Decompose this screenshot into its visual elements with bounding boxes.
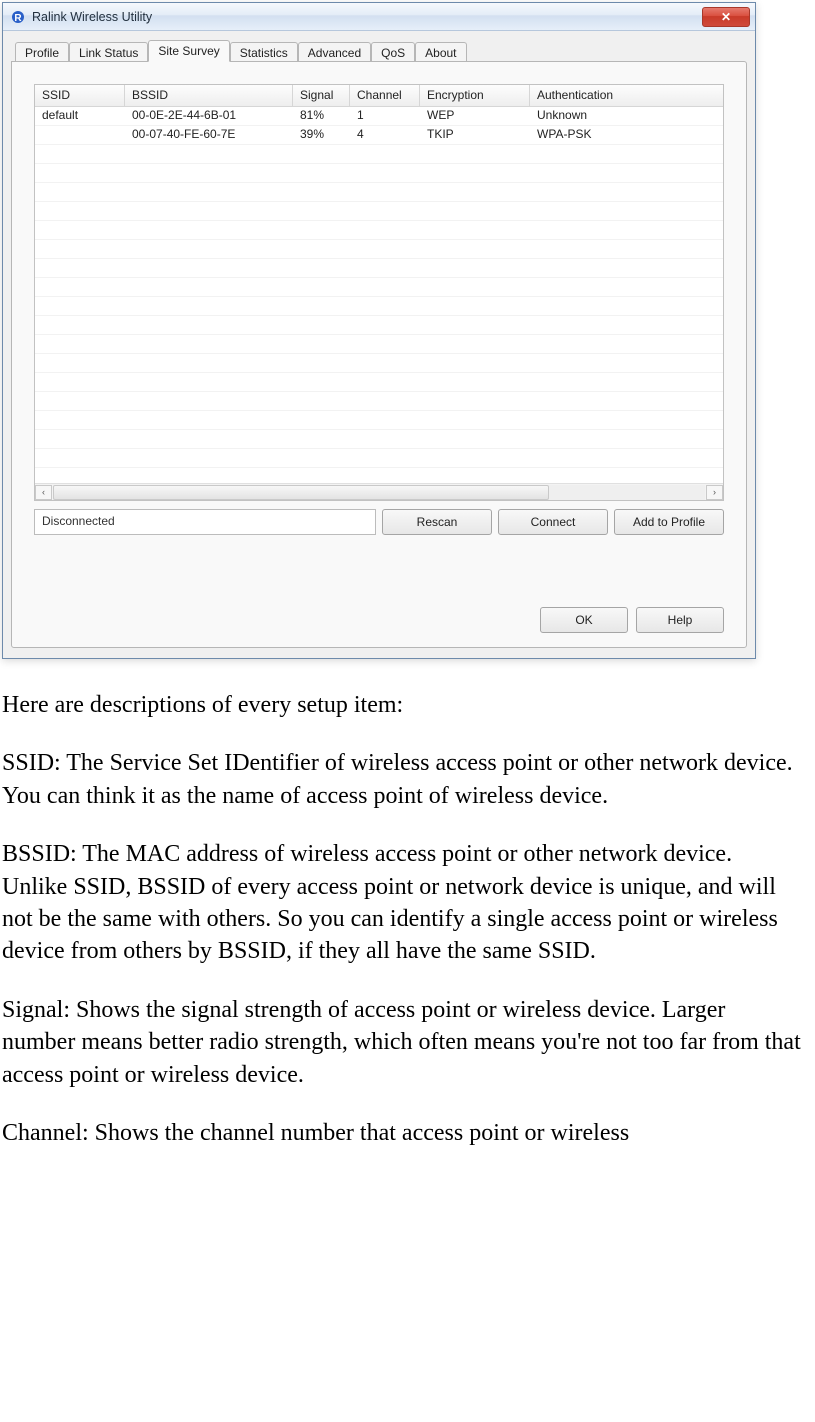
status-row: Disconnected Rescan Connect Add to Profi… xyxy=(34,509,724,535)
cell-signal: 39% xyxy=(293,126,350,144)
col-header-encryption[interactable]: Encryption xyxy=(420,85,530,106)
table-row[interactable] xyxy=(35,411,723,430)
tab-panel-site-survey: SSID BSSID Signal Channel Encryption Aut… xyxy=(11,61,747,648)
chevron-right-icon: › xyxy=(713,487,716,497)
doc-paragraph: SSID: The Service Set IDentifier of wire… xyxy=(2,747,802,812)
cell-encryption: TKIP xyxy=(420,126,530,144)
connect-button[interactable]: Connect xyxy=(498,509,608,535)
table-row[interactable] xyxy=(35,278,723,297)
ok-button[interactable]: OK xyxy=(540,607,628,633)
titlebar[interactable]: R Ralink Wireless Utility ✕ xyxy=(3,3,755,31)
table-row[interactable] xyxy=(35,259,723,278)
tab-link-status[interactable]: Link Status xyxy=(69,42,148,62)
doc-paragraph: Here are descriptions of every setup ite… xyxy=(2,689,802,721)
networks-grid: SSID BSSID Signal Channel Encryption Aut… xyxy=(34,84,724,501)
close-button[interactable]: ✕ xyxy=(702,7,750,27)
table-row[interactable] xyxy=(35,221,723,240)
window-client: Profile Link Status Site Survey Statisti… xyxy=(3,31,755,658)
cell-channel: 1 xyxy=(350,107,420,125)
col-header-auth[interactable]: Authentication xyxy=(530,85,723,106)
app-icon: R xyxy=(10,9,26,25)
tab-about[interactable]: About xyxy=(415,42,466,62)
cell-ssid: default xyxy=(35,107,125,125)
tab-statistics[interactable]: Statistics xyxy=(230,42,298,62)
table-row[interactable] xyxy=(35,335,723,354)
tab-advanced[interactable]: Advanced xyxy=(298,42,371,62)
description-text: Here are descriptions of every setup ite… xyxy=(2,689,802,1149)
table-row[interactable] xyxy=(35,202,723,221)
close-icon: ✕ xyxy=(721,10,731,24)
table-row[interactable] xyxy=(35,373,723,392)
table-row[interactable] xyxy=(35,240,723,259)
cell-auth: Unknown xyxy=(530,107,723,125)
cell-auth: WPA-PSK xyxy=(530,126,723,144)
doc-paragraph: BSSID: The MAC address of wireless acces… xyxy=(2,838,802,968)
table-row[interactable] xyxy=(35,392,723,411)
tabstrip: Profile Link Status Site Survey Statisti… xyxy=(11,37,747,61)
window-title: Ralink Wireless Utility xyxy=(32,10,702,24)
col-header-ssid[interactable]: SSID xyxy=(35,85,125,106)
scroll-thumb[interactable] xyxy=(53,485,549,500)
table-row[interactable] xyxy=(35,354,723,373)
table-row[interactable] xyxy=(35,145,723,164)
horizontal-scrollbar[interactable]: ‹ › xyxy=(35,483,723,500)
scroll-left-button[interactable]: ‹ xyxy=(35,485,52,500)
svg-text:R: R xyxy=(14,13,22,24)
table-row[interactable] xyxy=(35,449,723,468)
tab-site-survey[interactable]: Site Survey xyxy=(148,40,229,62)
cell-channel: 4 xyxy=(350,126,420,144)
scroll-track[interactable] xyxy=(53,485,705,500)
table-row[interactable] xyxy=(35,468,723,483)
table-row[interactable] xyxy=(35,316,723,335)
doc-paragraph: Channel: Shows the channel number that a… xyxy=(2,1117,802,1149)
cell-bssid: 00-0E-2E-44-6B-01 xyxy=(125,107,293,125)
table-row[interactable] xyxy=(35,164,723,183)
col-header-bssid[interactable]: BSSID xyxy=(125,85,293,106)
cell-encryption: WEP xyxy=(420,107,530,125)
grid-header-row: SSID BSSID Signal Channel Encryption Aut… xyxy=(35,85,723,107)
ralink-window: R Ralink Wireless Utility ✕ Profile Link… xyxy=(2,2,756,659)
dialog-footer: OK Help xyxy=(34,607,724,633)
table-row[interactable]: 00-07-40-FE-60-7E 39% 4 TKIP WPA-PSK xyxy=(35,126,723,145)
tab-qos[interactable]: QoS xyxy=(371,42,415,62)
table-row[interactable] xyxy=(35,430,723,449)
chevron-left-icon: ‹ xyxy=(42,487,45,497)
cell-signal: 81% xyxy=(293,107,350,125)
doc-paragraph: Signal: Shows the signal strength of acc… xyxy=(2,994,802,1091)
cell-ssid xyxy=(35,126,125,144)
help-button[interactable]: Help xyxy=(636,607,724,633)
table-row[interactable] xyxy=(35,297,723,316)
tab-profile[interactable]: Profile xyxy=(15,42,69,62)
rescan-button[interactable]: Rescan xyxy=(382,509,492,535)
cell-bssid: 00-07-40-FE-60-7E xyxy=(125,126,293,144)
grid-body[interactable]: default 00-0E-2E-44-6B-01 81% 1 WEP Unkn… xyxy=(35,107,723,483)
add-to-profile-button[interactable]: Add to Profile xyxy=(614,509,724,535)
scroll-right-button[interactable]: › xyxy=(706,485,723,500)
col-header-signal[interactable]: Signal xyxy=(293,85,350,106)
table-row[interactable]: default 00-0E-2E-44-6B-01 81% 1 WEP Unkn… xyxy=(35,107,723,126)
col-header-channel[interactable]: Channel xyxy=(350,85,420,106)
connection-status: Disconnected xyxy=(34,509,376,535)
table-row[interactable] xyxy=(35,183,723,202)
